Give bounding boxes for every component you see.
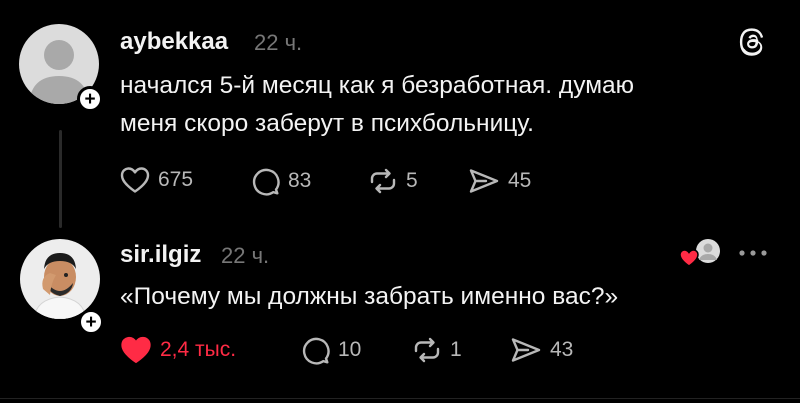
- heart-icon: [120, 167, 150, 193]
- repost-button[interactable]: 1: [412, 335, 462, 365]
- post-text-line-1: «Почему мы должны забрать именно вас?»: [120, 283, 619, 310]
- reply-button[interactable]: 10: [300, 335, 361, 365]
- repost-icon: [370, 168, 396, 194]
- avatar[interactable]: +: [19, 24, 103, 112]
- timestamp: 22 ч.: [221, 243, 270, 268]
- post-sir-ilgiz[interactable]: + sir.ilgiz 22 ч. «Почему мы должны забр…: [0, 225, 800, 403]
- like-count: 2,4 тыс.: [160, 338, 237, 361]
- follow-plus-button[interactable]: +: [78, 309, 104, 335]
- threads-logo-icon[interactable]: [738, 28, 768, 58]
- share-count: 45: [508, 169, 532, 192]
- like-count: 675: [158, 168, 194, 191]
- username[interactable]: aybekkaa: [120, 28, 228, 56]
- memoji-avatar-icon: [20, 239, 100, 319]
- like-button[interactable]: 2,4 тыс.: [120, 335, 236, 365]
- reply-button[interactable]: 83: [250, 166, 311, 196]
- timestamp: 22 ч.: [254, 30, 303, 55]
- post-text-line-1: начался 5-й месяц как я безработная. дум…: [120, 72, 635, 99]
- send-paper-plane-icon: [511, 338, 541, 362]
- heart-filled-icon: [121, 336, 151, 364]
- username[interactable]: sir.ilgiz: [120, 241, 201, 269]
- repost-count: 1: [450, 338, 462, 361]
- more-dots-icon[interactable]: [738, 249, 768, 257]
- repost-icon: [414, 337, 440, 363]
- like-button[interactable]: 675: [120, 166, 193, 194]
- share-button[interactable]: 43: [510, 335, 573, 365]
- reply-count: 83: [288, 169, 312, 192]
- comment-bubble-icon: [252, 168, 280, 196]
- thread-connector-line: [59, 130, 62, 228]
- share-count: 43: [550, 338, 574, 361]
- follow-plus-button[interactable]: +: [77, 86, 103, 112]
- repost-button[interactable]: 5: [368, 166, 418, 196]
- post-aybekkaa[interactable]: + aybekkaa 22 ч. начался 5-й месяц как я…: [0, 0, 800, 228]
- reply-count: 10: [338, 338, 362, 361]
- send-paper-plane-icon: [469, 169, 499, 193]
- share-button[interactable]: 45: [468, 166, 531, 196]
- repost-count: 5: [406, 169, 418, 192]
- heart-avatar-icon: [679, 239, 720, 267]
- liked-by-author-indicator: [678, 235, 724, 271]
- comment-bubble-icon: [302, 337, 330, 365]
- post-text-line-2: меня скоро заберут в психбольницу.: [120, 110, 534, 137]
- avatar[interactable]: +: [20, 239, 104, 335]
- divider: [0, 398, 800, 399]
